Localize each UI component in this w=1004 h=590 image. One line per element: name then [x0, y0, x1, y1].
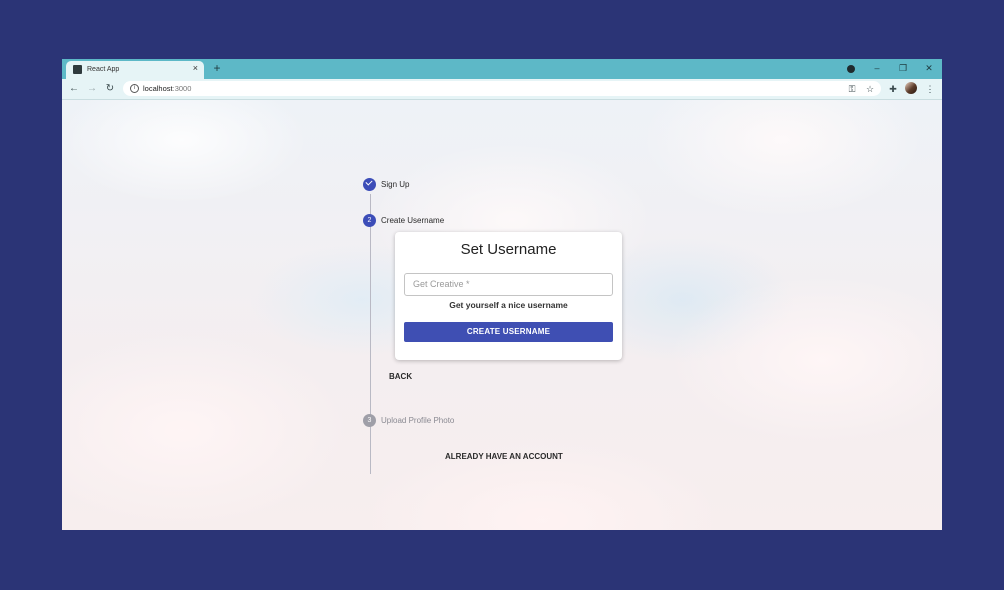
title-bar: React App × + – ❐ ✕ [62, 59, 942, 79]
browser-window: React App × + – ❐ ✕ ← → ↻ i localhost:30… [62, 59, 942, 530]
back-arrow-icon[interactable]: ← [67, 82, 81, 96]
stepper-connector [370, 194, 371, 474]
username-card: Set Username Get yourself a nice usernam… [395, 232, 622, 360]
step-label-upload-photo: Upload Profile Photo [381, 416, 455, 425]
username-field[interactable] [404, 273, 613, 296]
url-text: localhost:3000 [143, 83, 191, 94]
reload-icon[interactable]: ↻ [103, 82, 117, 96]
step-3-indicator: 3 [363, 414, 376, 427]
react-favicon-icon [73, 65, 82, 74]
helper-text: Get yourself a nice username [449, 300, 568, 310]
card-title: Set Username [460, 241, 557, 258]
url-host: localhost [143, 84, 173, 93]
info-icon[interactable]: i [130, 84, 139, 93]
step-label-sign-up: Sign Up [381, 180, 410, 189]
minimize-button[interactable]: – [870, 62, 884, 74]
tab-title: React App [87, 66, 120, 73]
address-bar[interactable]: i localhost:3000 [123, 81, 881, 96]
browser-tab[interactable]: React App × [66, 61, 204, 79]
forward-arrow-icon[interactable]: → [85, 82, 99, 96]
step-2-indicator: 2 [363, 214, 376, 227]
already-have-account-link[interactable]: ALREADY HAVE AN ACCOUNT [445, 452, 563, 462]
page-content: Sign Up 2 Create Username Set Username G… [62, 100, 942, 530]
star-icon[interactable]: ☆ [863, 82, 877, 96]
close-window-button[interactable]: ✕ [922, 62, 936, 74]
step-1-check-icon [363, 178, 376, 191]
profile-indicator-icon[interactable] [847, 65, 855, 73]
browser-toolbar: ← → ↻ i localhost:3000 ⚿ ☆ ✚ ⋮ [62, 79, 942, 100]
back-button[interactable]: BACK [389, 372, 412, 382]
create-username-button[interactable]: CREATE USERNAME [404, 322, 613, 342]
step-label-create-username: Create Username [381, 216, 445, 225]
tab-close-icon[interactable]: × [193, 63, 198, 74]
kebab-menu-icon[interactable]: ⋮ [923, 82, 937, 96]
username-input[interactable] [405, 274, 608, 294]
extensions-icon[interactable]: ✚ [886, 82, 900, 96]
restore-button[interactable]: ❐ [896, 62, 910, 74]
url-port: :3000 [172, 84, 192, 93]
new-tab-button[interactable]: + [210, 61, 224, 75]
key-icon[interactable]: ⚿ [845, 82, 859, 96]
avatar[interactable] [905, 82, 917, 94]
